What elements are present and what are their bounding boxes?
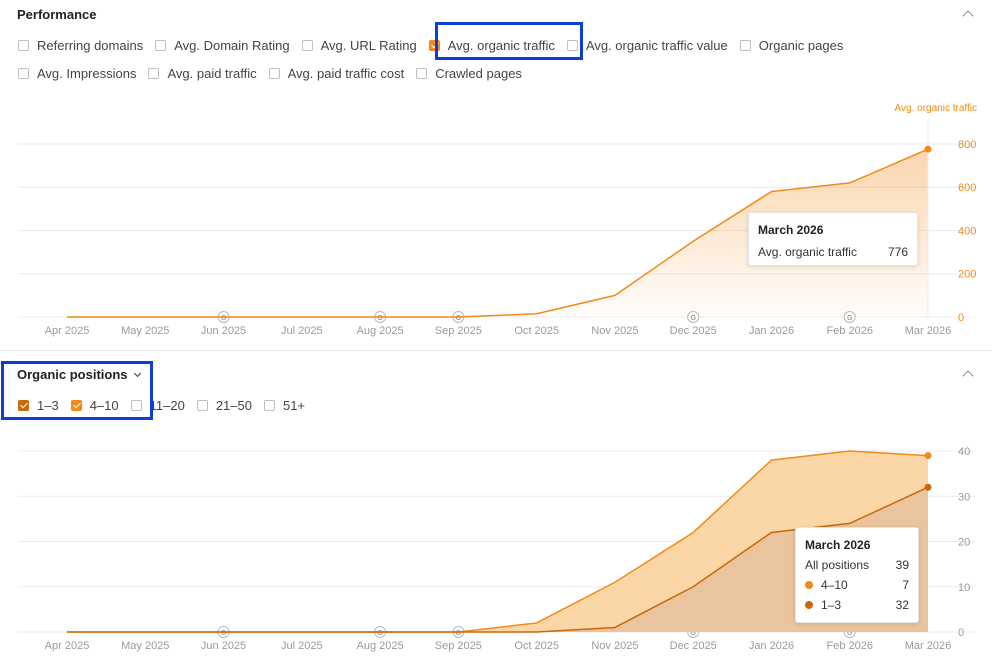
x-tick-label: Apr 2025 [45,325,90,337]
y-tick-label: 200 [958,269,976,281]
y-axis-series-label: Avg. organic traffic [895,103,977,114]
checkbox[interactable] [301,40,313,51]
x-tick-label: Aug 2025 [357,640,404,652]
google-update-icon-letter: G [221,315,227,322]
x-tick-label: Aug 2025 [357,325,404,337]
metric-organic-pages[interactable]: Organic pages [739,38,843,53]
tooltip-value: 776 [887,245,908,259]
x-tick-label: Jul 2025 [281,325,323,337]
y-tick-label: 600 [958,182,976,194]
position-21-50[interactable]: 21–50 [196,398,252,413]
x-tick-label: Nov 2025 [591,640,638,652]
positions-tooltip: March 2026 All positions 39 4–10 7 1–3 3… [795,527,919,623]
metric-avg-paid-traffic[interactable]: Avg. paid traffic [148,66,257,81]
x-tick-label: Sep 2025 [435,640,482,652]
checkbox[interactable] [263,400,275,411]
tooltip-total-label: All positions [805,558,870,572]
collapse-positions-icon[interactable] [962,370,974,382]
chevron-down-icon [133,369,141,377]
x-tick-label: Jun 2025 [201,325,246,337]
metric-avg-domain-rating[interactable]: Avg. Domain Rating [155,38,290,53]
tooltip-title: March 2026 [758,223,824,237]
x-tick-label: Mar 2026 [905,325,951,337]
x-tick-label: Dec 2025 [670,325,717,337]
tooltip-title: March 2026 [805,538,871,552]
performance-metrics-row-1: Referring domains Avg. Domain Rating Avg… [18,38,855,53]
x-tick-label: Jan 2026 [749,640,794,652]
y-tick-label: 0 [958,312,964,324]
positions-1-3-last-point [924,483,932,491]
performance-metrics-row-2: Avg. Impressions Avg. paid traffic Avg. … [18,66,534,81]
x-tick-label: Jul 2025 [281,640,323,652]
checkbox[interactable] [739,40,751,51]
position-11-20[interactable]: 11–20 [130,398,185,413]
x-tick-label: Apr 2025 [45,640,90,652]
metric-avg-url-rating[interactable]: Avg. URL Rating [301,38,417,53]
positions-4-10-last-point [924,452,932,460]
x-tick-label: May 2025 [121,325,169,337]
metric-avg-organic-traffic-value[interactable]: Avg. organic traffic value [566,38,728,53]
x-tick-label: Feb 2026 [826,640,872,652]
traffic-tooltip: March 2026 Avg. organic traffic 776 [748,212,918,266]
organic-positions-dropdown[interactable]: Organic positions [17,367,141,382]
position-4-10[interactable]: 4–10 [70,398,119,413]
collapse-performance-icon[interactable] [962,10,974,22]
google-update-icon-letter: G [221,630,227,637]
checkbox-checked[interactable] [18,400,29,411]
checkbox[interactable] [566,40,578,51]
x-tick-label: Jan 2026 [749,325,794,337]
x-tick-label: May 2025 [121,640,169,652]
metric-crawled-pages[interactable]: Crawled pages [416,66,522,81]
checkbox-checked[interactable] [428,40,440,51]
x-tick-label: Mar 2026 [905,640,951,652]
y-tick-label: 20 [958,537,970,549]
checkbox[interactable] [196,400,208,411]
y-tick-label: 30 [958,491,970,503]
tooltip-label: Avg. organic traffic [758,245,857,259]
checkbox[interactable] [130,400,142,411]
y-tick-label: 0 [958,627,964,639]
x-tick-label: Dec 2025 [670,640,717,652]
section-divider [0,350,992,351]
x-tick-label: Nov 2025 [591,325,638,337]
x-tick-label: Oct 2025 [514,325,559,337]
checkbox[interactable] [148,68,160,79]
position-51-plus[interactable]: 51+ [263,398,305,413]
checkbox[interactable] [18,68,29,79]
x-tick-label: Sep 2025 [435,325,482,337]
legend-dot-1-3 [805,601,813,609]
position-1-3[interactable]: 1–3 [18,398,59,413]
tooltip-total-value: 39 [895,558,909,572]
x-tick-label: Oct 2025 [514,640,559,652]
performance-title: Performance [17,7,97,22]
google-update-icon-letter: G [377,630,383,637]
metric-avg-organic-traffic[interactable]: Avg. organic traffic [428,38,555,53]
google-update-icon-letter: G [456,315,462,322]
y-tick-label: 800 [958,139,976,151]
y-tick-label: 400 [958,225,976,237]
x-tick-label: Jun 2025 [201,640,246,652]
checkbox[interactable] [18,40,29,51]
checkbox-checked[interactable] [70,400,82,411]
metric-referring-domains[interactable]: Referring domains [18,38,143,53]
google-update-icon-letter: G [377,315,383,322]
traffic-last-point [924,145,932,153]
checkbox[interactable] [268,68,280,79]
checkbox[interactable] [155,40,167,51]
x-tick-label: Feb 2026 [826,325,872,337]
y-tick-label: 40 [958,446,970,458]
positions-filter-row: 1–3 4–10 11–20 21–50 51+ [18,398,317,413]
checkbox[interactable] [416,68,428,79]
metric-avg-impressions[interactable]: Avg. Impressions [18,66,136,81]
legend-dot-4-10 [805,581,813,589]
metric-avg-paid-traffic-cost[interactable]: Avg. paid traffic cost [268,66,404,81]
y-tick-label: 10 [958,582,970,594]
